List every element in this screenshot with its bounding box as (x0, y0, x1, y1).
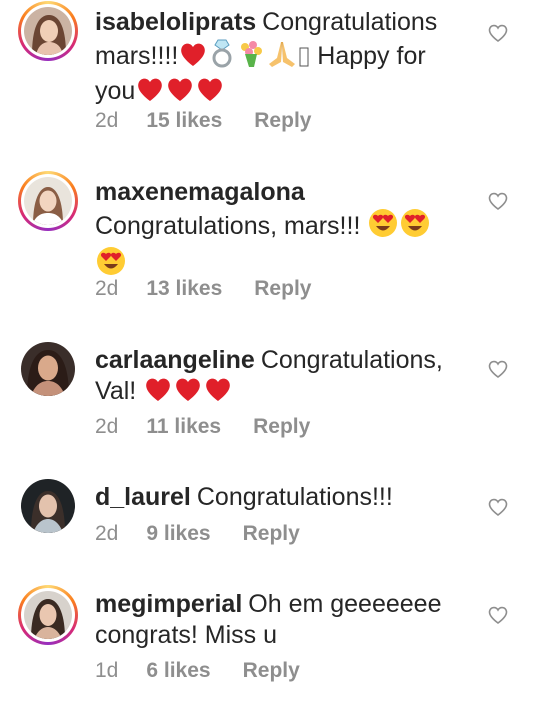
comment-meta: 2d 9 likes Reply (95, 522, 300, 546)
missing-glyph-icon (299, 45, 309, 76)
comment-username[interactable]: maxenemagalona (95, 178, 305, 206)
red-heart-icon (144, 377, 172, 411)
reply-button[interactable]: Reply (243, 659, 300, 683)
comment-text: megimperial Oh em geeeeeee congrats! Miss… (95, 589, 465, 651)
heart-eyes-icon (368, 208, 398, 246)
avatar[interactable] (18, 476, 78, 536)
comment-meta: 2d 13 likes Reply (95, 277, 311, 301)
comment-body: Congratulations!!! (196, 483, 393, 511)
comment-username[interactable]: isabeloliprats (95, 8, 256, 36)
heart-outline-icon[interactable] (487, 22, 509, 44)
reply-button[interactable]: Reply (243, 522, 300, 546)
avatar[interactable] (18, 1, 78, 61)
praying-hands-icon (267, 40, 297, 76)
comment-time: 2d (95, 522, 119, 545)
comment-time: 2d (95, 415, 119, 438)
comment-time: 2d (95, 109, 119, 132)
bouquet-icon (237, 40, 265, 76)
comment-text: d_laurel Congratulations!!! (95, 482, 465, 513)
comment-text: carlaangeline Congratulations, Val! (95, 345, 465, 411)
comment-time: 1d (95, 659, 119, 682)
comment-username[interactable]: carlaangeline (95, 346, 255, 374)
comment-meta: 2d 15 likes Reply (95, 109, 311, 133)
heart-outline-icon[interactable] (487, 190, 509, 212)
comment-likes[interactable]: 6 likes (146, 659, 210, 683)
reply-button[interactable]: Reply (253, 415, 310, 439)
red-heart-icon (204, 377, 232, 411)
avatar[interactable] (18, 339, 78, 399)
comment-username[interactable]: d_laurel (95, 483, 191, 511)
comment-likes[interactable]: 9 likes (146, 522, 210, 546)
comment-likes[interactable]: 13 likes (146, 277, 222, 301)
red-heart-icon (179, 42, 207, 76)
red-heart-icon (136, 77, 164, 111)
comment-username[interactable]: megimperial (95, 590, 242, 618)
heart-outline-icon[interactable] (487, 604, 509, 626)
avatar[interactable] (18, 171, 78, 231)
comment-meta: 2d 11 likes Reply (95, 415, 310, 439)
reply-button[interactable]: Reply (254, 109, 311, 133)
ring-icon (209, 38, 235, 76)
comment-body: Congratulations, mars!!! (95, 212, 361, 240)
reply-button[interactable]: Reply (254, 277, 311, 301)
red-heart-icon (174, 377, 202, 411)
comment-text: isabeloliprats Congratulations mars!!!! H… (95, 7, 465, 111)
heart-eyes-icon (400, 208, 430, 246)
heart-outline-icon[interactable] (487, 496, 509, 518)
comment-likes[interactable]: 15 likes (146, 109, 222, 133)
comment-meta: 1d 6 likes Reply (95, 659, 300, 683)
comment-time: 2d (95, 277, 119, 300)
avatar[interactable] (18, 585, 78, 645)
comment-likes[interactable]: 11 likes (146, 415, 221, 439)
comment-text: maxenemagalona Congratulations, mars!!! (95, 177, 465, 284)
heart-outline-icon[interactable] (487, 358, 509, 380)
red-heart-icon (196, 77, 224, 111)
red-heart-icon (166, 77, 194, 111)
